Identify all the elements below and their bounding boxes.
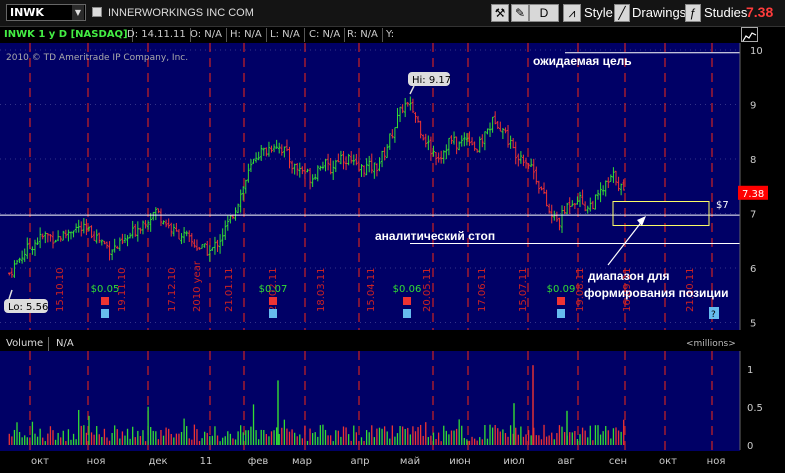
earnings-icon [403, 297, 411, 305]
info-date: D: 14.11.11 [127, 28, 191, 42]
month-label: дек [148, 456, 167, 467]
month-label: апр [350, 456, 369, 467]
month-label: 11 [200, 456, 213, 467]
earnings-icon [269, 297, 277, 305]
last-price-tag-text: 7.38 [742, 189, 764, 200]
month-label: авг [557, 456, 574, 467]
info-y: Y: [386, 29, 395, 40]
info-high: H: N/A [230, 28, 267, 42]
last-price-tag: 7.38 [738, 185, 768, 200]
report-icon [101, 309, 109, 318]
earnings-icon [557, 297, 565, 305]
report-icon [403, 309, 411, 318]
dividend-label: $0.05 [91, 284, 120, 295]
copyright-text: 2010 © TD Ameritrade IP Company, Inc. [6, 53, 188, 63]
volume-tick-label: 1 [747, 365, 753, 376]
chart-settings-icon[interactable] [741, 27, 758, 42]
month-label: июл [503, 456, 524, 467]
date-label: 21.01.11 [224, 267, 235, 312]
price-tick-label: 10 [750, 46, 763, 57]
month-label: июн [449, 456, 470, 467]
target-label: ожидаемая цель [533, 54, 632, 68]
chart-title: INWK 1 y D [NASDAQ] [4, 28, 133, 42]
date-label: 15.07.11 [518, 267, 529, 312]
volume-value: N/A [56, 338, 74, 349]
month-label: окт [31, 456, 49, 467]
volume-tick-label: 0.5 [747, 403, 763, 414]
earnings-icon [101, 297, 109, 305]
info-open: O: N/A [190, 28, 227, 42]
info-range: R: N/A [347, 28, 383, 42]
month-label: фев [248, 456, 269, 467]
month-label: ноя [707, 456, 726, 467]
unknown-event-icon: ? [709, 307, 719, 320]
report-icon [269, 309, 277, 318]
stop-label: аналитический стоп [375, 229, 495, 243]
dividend-label: $0.09 [547, 284, 576, 295]
range-label-line1: диапазон для [588, 269, 670, 283]
date-label: 2010 year [192, 260, 203, 312]
lo-label: Lo: 5.56 [8, 302, 48, 313]
date-label: 15.10.10 [55, 267, 66, 312]
volume-units: <millions> [686, 339, 736, 349]
info-close: C: N/A [309, 28, 346, 42]
question-icon-text: ? [711, 310, 716, 320]
range-label-line2: формирования позиции [584, 286, 729, 300]
date-label: 15.04.11 [366, 267, 377, 312]
date-label: 17.06.11 [477, 267, 488, 312]
chart-window: INWK ▼ INNERWORKINGS INC COM ⚒ ✎ ⚲ D ⩘ S… [0, 0, 785, 473]
price-tick-label: 7 [750, 210, 756, 221]
month-label: сен [609, 456, 627, 467]
month-label: май [400, 456, 420, 467]
month-label: окт [659, 456, 677, 467]
price-tick-label: 5 [750, 319, 756, 330]
volume-tick-label: 0 [747, 441, 753, 452]
volume-panel-bg [0, 351, 740, 451]
price-tick-label: 9 [750, 101, 756, 112]
dividend-label: $0.06 [393, 284, 422, 295]
price-tick-label: 6 [750, 264, 756, 275]
info-low: L: N/A [270, 28, 305, 42]
date-label: 17.12.10 [167, 267, 178, 312]
month-label: ноя [87, 456, 106, 467]
price-chart[interactable]: Hi: 9.17 Lo: 5.56 10 9 8 7 6 5 7.38 1 0.5 0 окт ноя д… [0, 0, 785, 473]
hi-label: Hi: 9.17 [412, 75, 451, 86]
volume-header: Volume N/A <millions> [0, 337, 740, 351]
report-icon [557, 309, 565, 318]
date-label: 20.05.11 [422, 267, 433, 312]
date-label: 18.03.11 [316, 267, 327, 312]
month-label: мар [292, 456, 312, 467]
dividend-label: $0.07 [259, 284, 288, 295]
price-tick-label: 8 [750, 155, 756, 166]
volume-label: Volume [6, 337, 50, 351]
box-price-label: $7 [716, 200, 729, 211]
info-bar: INWK 1 y D [NASDAQ] D: 14.11.11 O: N/A H… [0, 27, 740, 43]
